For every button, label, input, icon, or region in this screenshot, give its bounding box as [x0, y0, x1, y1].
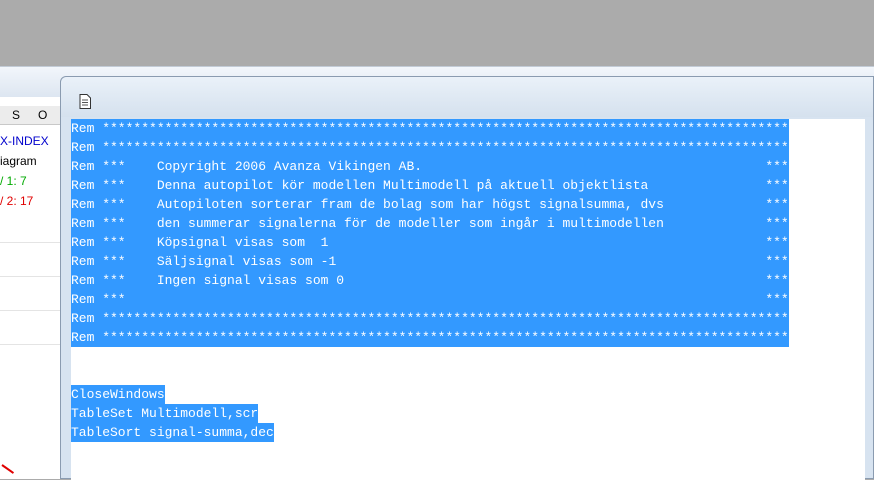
background-text-index: X-INDEX: [0, 134, 49, 148]
code-line[interactable]: Rem ************************************…: [71, 309, 789, 328]
background-row-divider: [0, 310, 62, 311]
code-line[interactable]: TableSet Multimodell,scr: [71, 404, 259, 423]
background-row-divider: [0, 276, 62, 277]
code-line[interactable]: Rem ************************************…: [71, 119, 789, 138]
column-header-s[interactable]: S: [12, 108, 20, 122]
background-column-headers[interactable]: S O: [0, 106, 62, 125]
code-line[interactable]: Rem *** Autopiloten sorterar fram de bol…: [71, 195, 789, 214]
code-line[interactable]: Rem *** Copyright 2006 Avanza Vikingen A…: [71, 157, 789, 176]
code-line[interactable]: Rem *** Köpsignal visas som 1 ***: [71, 233, 789, 252]
background-row-divider: [0, 242, 62, 243]
editor-toolbar: [61, 77, 873, 117]
script-text-area[interactable]: Rem ************************************…: [71, 119, 865, 480]
code-line[interactable]: Rem *** den summerar signalerna för de m…: [71, 214, 789, 233]
script-editor-window[interactable]: Rem ************************************…: [60, 76, 874, 480]
background-text-value-2: / 2: 17: [0, 194, 34, 208]
chart-line-fragment: [1, 464, 15, 474]
code-line[interactable]: Rem *** Denna autopilot kör modellen Mul…: [71, 176, 789, 195]
code-line[interactable]: Rem *** ***: [71, 290, 789, 309]
background-text-diagram: iagram: [0, 154, 37, 168]
background-row-divider: [0, 344, 62, 345]
code-line[interactable]: TableSort signal-summa,dec: [71, 423, 274, 442]
code-line[interactable]: Rem *** Ingen signal visas som 0 ***: [71, 271, 789, 290]
code-line[interactable]: Rem ************************************…: [71, 328, 789, 347]
document-icon[interactable]: [79, 94, 91, 109]
code-line[interactable]: Rem *** Säljsignal visas som -1 ***: [71, 252, 789, 271]
column-header-o[interactable]: O: [38, 108, 47, 122]
background-text-value-1: / 1: 7: [0, 174, 27, 188]
code-line[interactable]: Rem ************************************…: [71, 138, 789, 157]
top-gray-area: [0, 0, 874, 66]
code-line[interactable]: CloseWindows: [71, 385, 165, 404]
